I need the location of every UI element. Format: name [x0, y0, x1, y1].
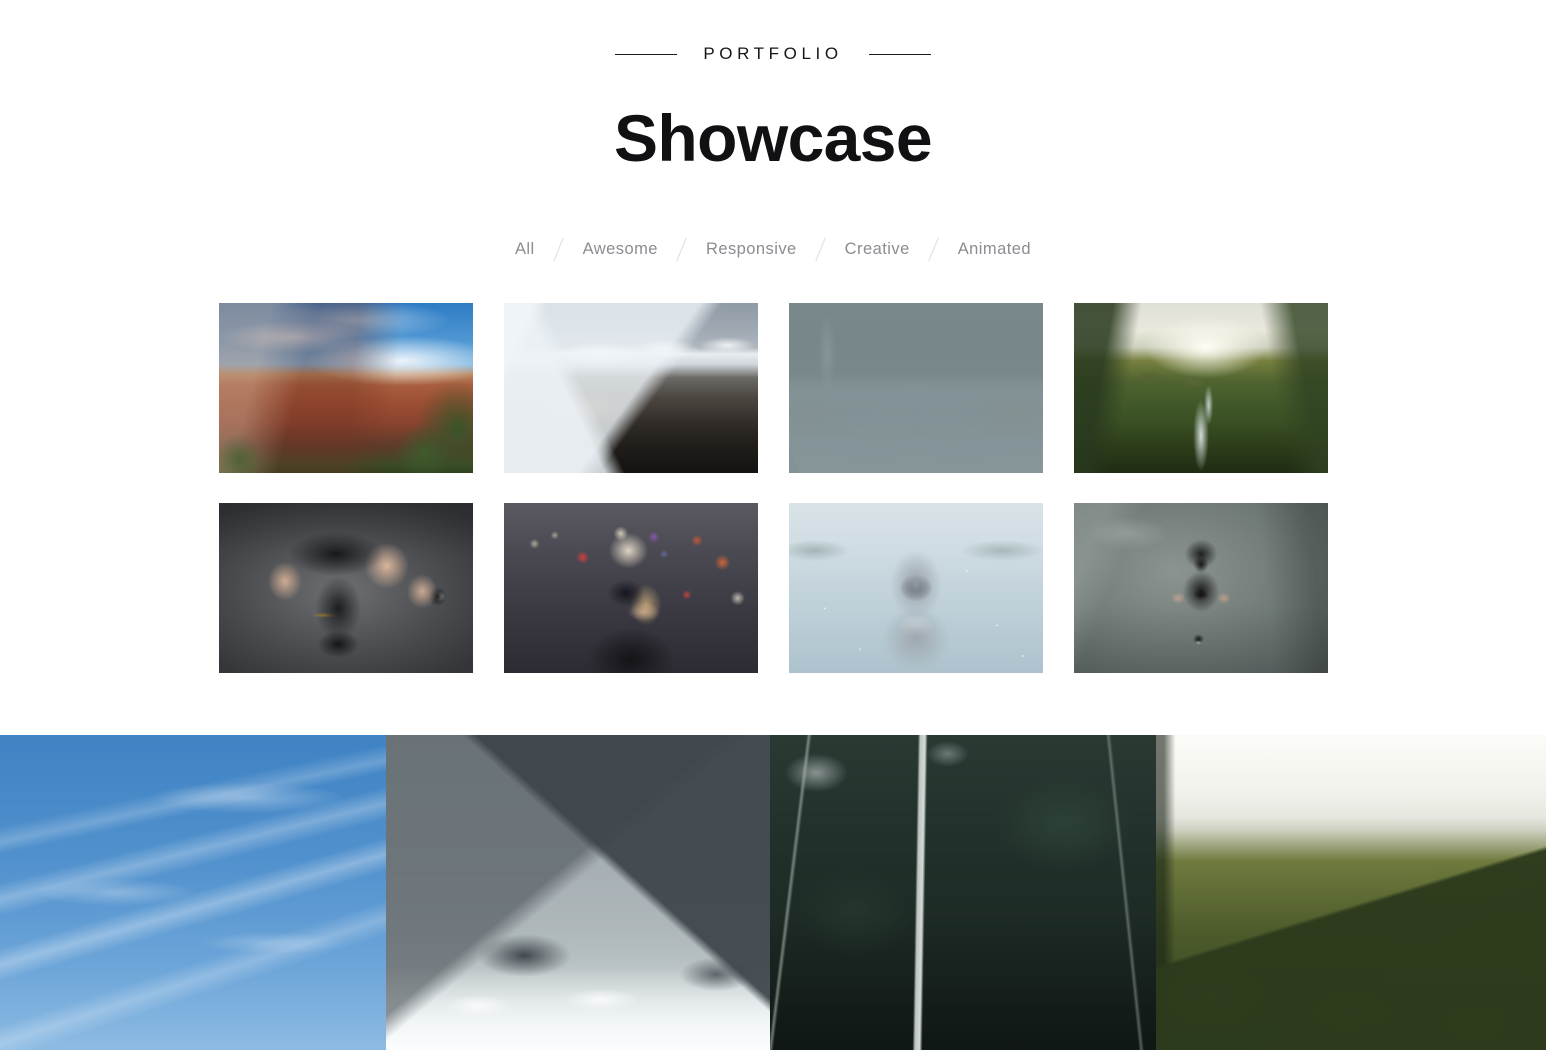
strip-item-2[interactable]: [386, 735, 770, 1050]
fullwidth-image-strip: [0, 735, 1546, 1050]
image-dark-forest-birch: [770, 735, 1156, 1050]
portfolio-item-4[interactable]: [1074, 303, 1328, 473]
section-eyebrow: PORTFOLIO: [0, 44, 1546, 64]
portfolio-showcase-page: PORTFOLIO Showcase All Awesome Responsiv…: [0, 0, 1546, 1050]
strip-item-4[interactable]: [1156, 735, 1546, 1050]
portfolio-item-5[interactable]: [219, 503, 473, 673]
eyebrow-rule-right: [868, 53, 931, 55]
filter-item-animated[interactable]: Animated: [945, 240, 1044, 259]
image-snowy-mountain-range: [504, 303, 758, 473]
page-title: Showcase: [613, 101, 933, 175]
image-hooded-photographer-snow: [789, 503, 1043, 673]
image-green-valley-stream: [1074, 303, 1328, 473]
portfolio-grid: [219, 303, 1329, 673]
image-hands-holding-camera: [219, 503, 473, 673]
filter-item-awesome[interactable]: Awesome: [570, 240, 671, 259]
filter-item-all[interactable]: All: [502, 240, 548, 259]
portfolio-item-6[interactable]: [504, 503, 758, 673]
portfolio-item-8[interactable]: [1074, 503, 1328, 673]
image-snowy-alpine-peaks: [386, 735, 770, 1050]
portfolio-item-1[interactable]: [219, 303, 473, 473]
image-blue-sky-clouds: [0, 735, 386, 1050]
image-overhead-photographer: [1074, 503, 1328, 673]
strip-item-1[interactable]: [0, 735, 386, 1050]
filter-separator: [810, 236, 832, 262]
image-street-photographer: [504, 503, 758, 673]
image-red-canyon-cliffs: [219, 303, 473, 473]
portfolio-item-3[interactable]: [789, 303, 1043, 473]
strip-item-3[interactable]: [770, 735, 1156, 1050]
image-wooden-boardwalk: [789, 303, 1043, 473]
filter-item-creative[interactable]: Creative: [832, 240, 923, 259]
portfolio-filter-nav: All Awesome Responsive Creative Animated: [0, 236, 1546, 262]
eyebrow-rule-left: [615, 53, 678, 55]
image-green-mountainside: [1156, 735, 1546, 1050]
filter-separator: [548, 236, 570, 262]
portfolio-item-7[interactable]: [789, 503, 1043, 673]
portfolio-item-2[interactable]: [504, 303, 758, 473]
filter-separator: [923, 236, 945, 262]
filter-item-responsive[interactable]: Responsive: [693, 240, 810, 259]
filter-separator: [671, 236, 693, 262]
eyebrow-label: PORTFOLIO: [703, 44, 843, 63]
